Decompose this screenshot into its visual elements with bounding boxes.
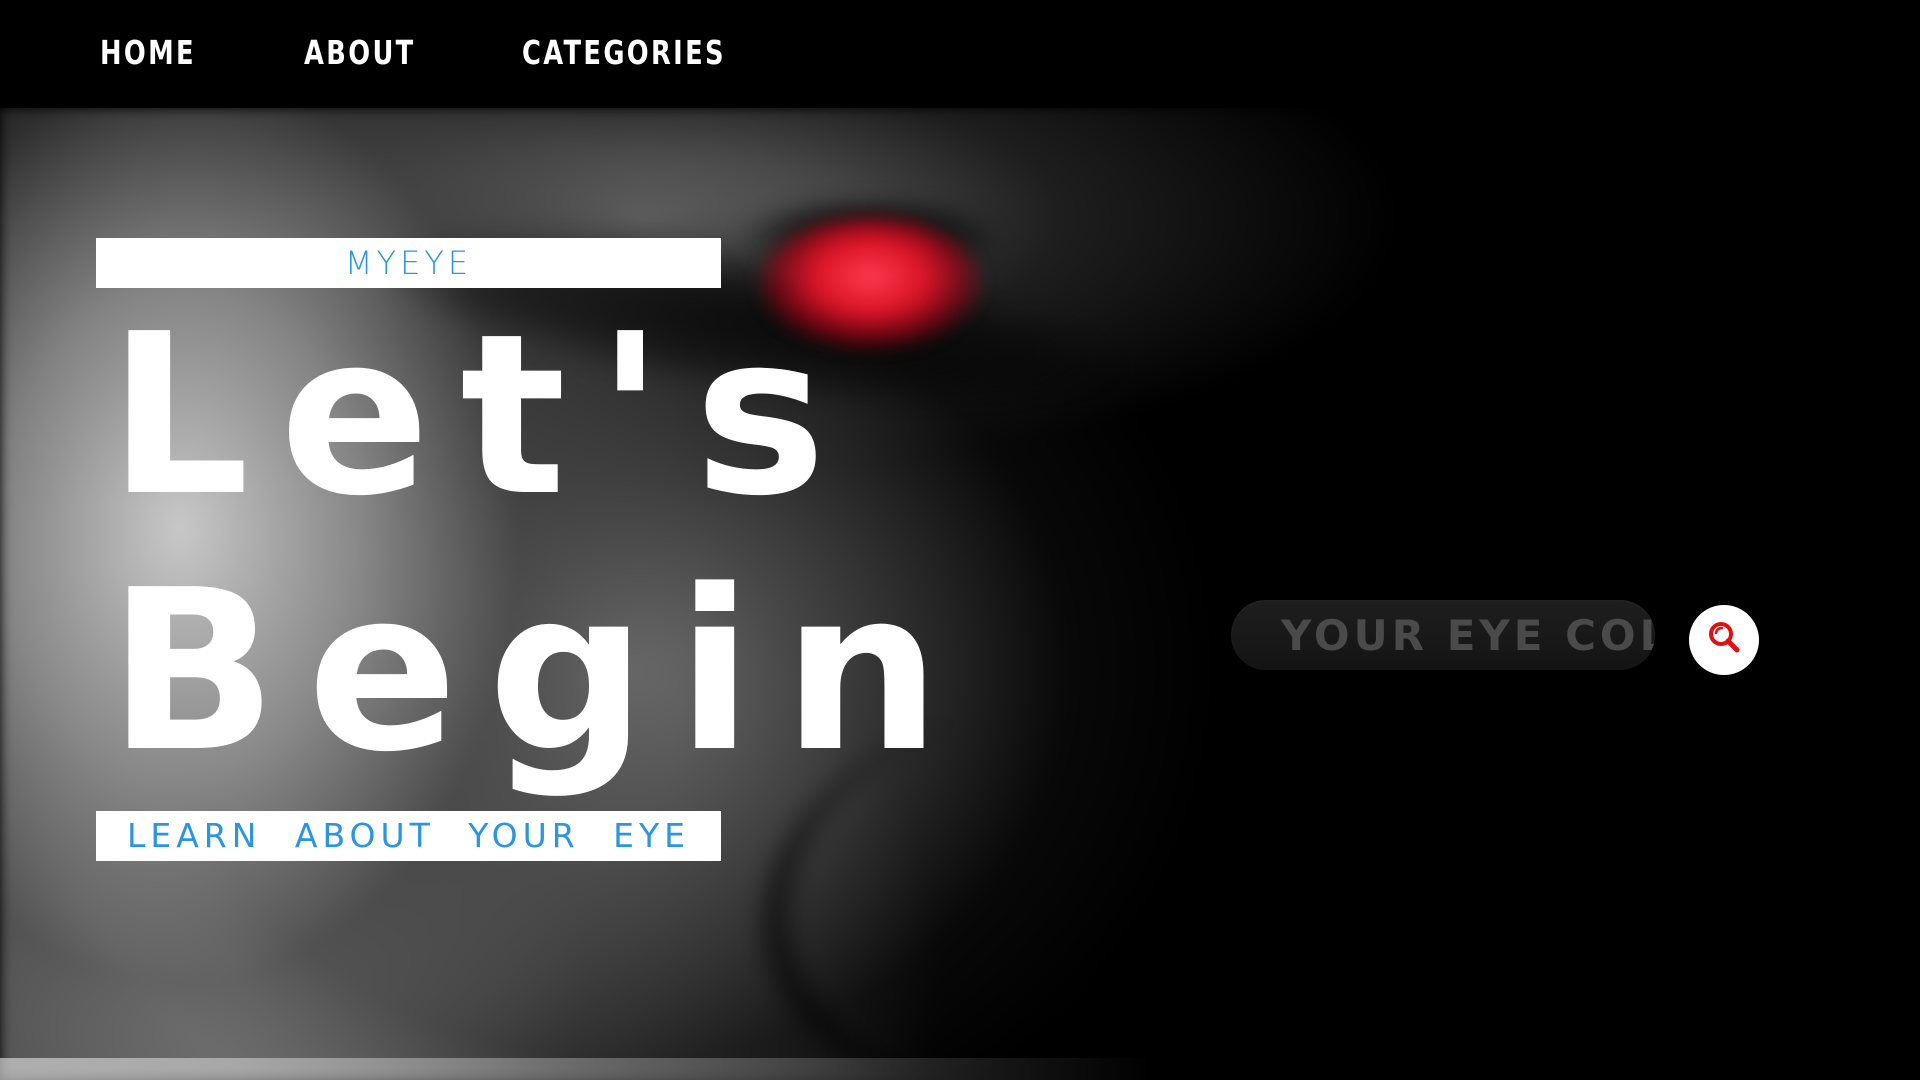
tagline-banner: LEARN ABOUT YOUR EYE: [96, 811, 721, 861]
search-button[interactable]: [1689, 605, 1759, 675]
eye-color-search-input[interactable]: [1231, 600, 1655, 670]
tagline-text: LEARN ABOUT YOUR EYE: [126, 816, 691, 855]
nav-link-categories[interactable]: CATEGORIES: [522, 33, 726, 73]
nav-link-about[interactable]: ABOUT: [304, 33, 416, 73]
brand-banner: MYEYE: [96, 238, 721, 288]
nav-link-home[interactable]: HOME: [100, 33, 196, 73]
top-navigation: HOME ABOUT CATEGORIES: [0, 0, 1920, 108]
brand-name: MYEYE: [344, 244, 473, 282]
headline-line-2: Begin: [108, 543, 971, 801]
bottom-highlight: [0, 1058, 1920, 1080]
headline-line-1: Let's: [108, 287, 857, 545]
search-icon: [1707, 621, 1741, 657]
